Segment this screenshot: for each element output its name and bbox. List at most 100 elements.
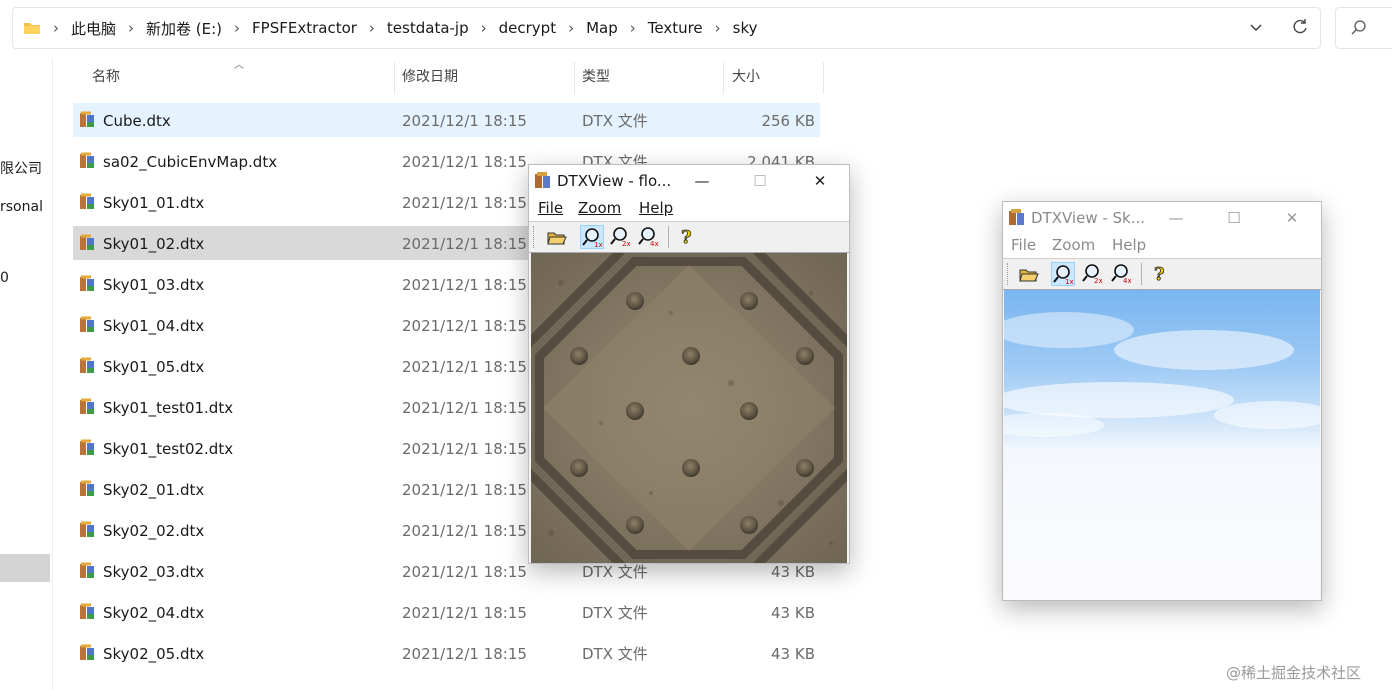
chevron-right-icon[interactable]: › (45, 19, 67, 37)
nav-item-company[interactable]: 限公司 (0, 158, 42, 178)
column-size[interactable]: 大小 (732, 60, 760, 94)
zoom-1x-icon[interactable]: 1x (1051, 262, 1075, 286)
file-date: 2021/12/1 18:15 (402, 276, 527, 294)
column-type[interactable]: 类型 (582, 60, 610, 94)
open-folder-icon[interactable] (545, 225, 569, 249)
column-divider[interactable] (394, 62, 395, 94)
title-bar[interactable]: DTXView - flo... — ☐ ✕ (529, 165, 849, 197)
file-type: DTX 文件 (582, 645, 648, 663)
help-icon[interactable]: ? (676, 225, 700, 249)
svg-text:?: ? (681, 227, 692, 247)
nav-divider (52, 58, 53, 690)
dtx-file-icon (78, 193, 96, 211)
file-row[interactable]: Sky02_04.dtx 2021/12/1 18:15 DTX 文件 43 KB (73, 595, 820, 629)
nav-item-zero[interactable]: 0 (0, 270, 9, 286)
sort-ascending-icon: ︿ (234, 60, 244, 71)
dtx-file-icon (78, 398, 96, 416)
menu-zoom-label: Zoom (578, 199, 622, 217)
nav-item-selected[interactable] (0, 554, 50, 582)
file-date: 2021/12/1 18:15 (402, 440, 527, 458)
file-row[interactable]: Cube.dtx 2021/12/1 18:15 DTX 文件 256 KB (73, 103, 820, 137)
file-size: 256 KB (761, 112, 815, 130)
menu-file[interactable]: File (538, 199, 563, 217)
file-date: 2021/12/1 18:15 (402, 317, 527, 335)
file-date: 2021/12/1 18:15 (402, 481, 527, 499)
zoom-2x-icon[interactable]: 2x (609, 225, 633, 249)
menu-file-label: File (538, 199, 564, 217)
column-divider[interactable] (723, 62, 724, 94)
dtx-file-icon (78, 521, 96, 539)
file-name: Sky01_test01.dtx (103, 399, 234, 417)
minimize-icon[interactable]: — (1153, 202, 1199, 234)
help-icon[interactable]: ? (1149, 262, 1173, 286)
refresh-icon[interactable] (1290, 17, 1310, 41)
maximize-icon[interactable]: ☐ (1211, 202, 1257, 234)
dtxview-sky-window[interactable]: DTXView - Sk... — ☐ ✕ File Zoom Help 1x … (1002, 201, 1322, 601)
window-title: DTXView - Sk... (1031, 209, 1146, 227)
open-folder-icon[interactable] (1017, 262, 1041, 286)
toolbar-grip[interactable] (533, 226, 537, 248)
column-date[interactable]: 修改日期 (402, 60, 458, 94)
zoom-1x-icon[interactable]: 1x (580, 225, 604, 249)
breadcrumb-item[interactable]: sky (729, 19, 762, 37)
search-icon (1350, 19, 1368, 41)
chevron-right-icon[interactable]: › (473, 19, 495, 37)
title-bar[interactable]: DTXView - Sk... — ☐ ✕ (1003, 202, 1321, 234)
breadcrumb: › 此电脑 › 新加卷 (E:) › FPSFExtractor › testdata-jp ›… (45, 8, 762, 48)
breadcrumb-item[interactable]: Texture (644, 19, 707, 37)
chevron-right-icon[interactable]: › (226, 19, 248, 37)
breadcrumb-item[interactable]: FPSFExtractor (248, 19, 361, 37)
menu-zoom[interactable]: Zoom (1052, 236, 1095, 254)
column-divider[interactable] (574, 62, 575, 94)
chevron-right-icon[interactable]: › (120, 19, 142, 37)
close-icon[interactable]: ✕ (797, 165, 843, 197)
chevron-down-icon[interactable] (1248, 19, 1264, 39)
search-box[interactable] (1335, 7, 1392, 49)
chevron-right-icon[interactable]: › (707, 19, 729, 37)
breadcrumb-item[interactable]: testdata-jp (383, 19, 473, 37)
close-icon[interactable]: ✕ (1269, 202, 1315, 234)
breadcrumb-item[interactable]: 此电脑 (67, 18, 120, 39)
breadcrumb-item[interactable]: 新加卷 (E:) (142, 18, 226, 39)
file-name: Sky01_01.dtx (103, 194, 205, 212)
breadcrumb-item[interactable]: decrypt (495, 19, 560, 37)
maximize-icon[interactable]: ☐ (737, 165, 783, 197)
file-name: Sky01_03.dtx (103, 276, 205, 294)
chevron-right-icon[interactable]: › (560, 19, 582, 37)
file-size: 43 KB (771, 645, 815, 663)
column-divider[interactable] (823, 62, 824, 94)
file-name: Sky02_01.dtx (103, 481, 205, 499)
menu-help[interactable]: Help (639, 199, 673, 217)
svg-text:2x: 2x (622, 240, 631, 247)
metal-floor-texture-image (531, 253, 847, 563)
svg-text:2x: 2x (1094, 277, 1103, 284)
dtx-file-icon (78, 562, 96, 580)
chevron-right-icon[interactable]: › (361, 19, 383, 37)
breadcrumb-item[interactable]: Map (582, 19, 622, 37)
column-name[interactable]: 名称 (92, 60, 120, 94)
address-bar[interactable]: › 此电脑 › 新加卷 (E:) › FPSFExtractor › testdata-jp ›… (12, 7, 1321, 49)
menu-file[interactable]: File (1011, 236, 1036, 254)
toolbar-grip[interactable] (1007, 263, 1011, 285)
menu-help[interactable]: Help (1112, 236, 1146, 254)
file-type: DTX 文件 (582, 604, 648, 622)
chevron-right-icon[interactable]: › (622, 19, 644, 37)
file-name: Cube.dtx (103, 112, 171, 130)
dtx-file-icon (78, 275, 96, 293)
dtxview-floor-window[interactable]: DTXView - flo... — ☐ ✕ File Zoom Help 1x… (528, 164, 850, 564)
menu-zoom[interactable]: Zoom (578, 199, 621, 217)
menu-help-label: Help (639, 199, 674, 217)
file-name: Sky02_03.dtx (103, 563, 205, 581)
zoom-4x-icon[interactable]: 4x (1110, 262, 1134, 286)
zoom-2x-icon[interactable]: 2x (1081, 262, 1105, 286)
minimize-icon[interactable]: — (679, 165, 725, 197)
nav-item-personal[interactable]: rsonal (0, 199, 43, 215)
file-name: Sky01_02.dtx (103, 235, 205, 253)
menu-bar: File Zoom Help (1003, 234, 1321, 258)
file-row[interactable]: Sky02_05.dtx 2021/12/1 18:15 DTX 文件 43 KB (73, 636, 820, 670)
zoom-4x-icon[interactable]: 4x (637, 225, 661, 249)
dtx-file-icon (78, 152, 96, 170)
file-date: 2021/12/1 18:15 (402, 645, 527, 663)
dtx-file-icon (78, 316, 96, 334)
file-type: DTX 文件 (582, 112, 648, 130)
